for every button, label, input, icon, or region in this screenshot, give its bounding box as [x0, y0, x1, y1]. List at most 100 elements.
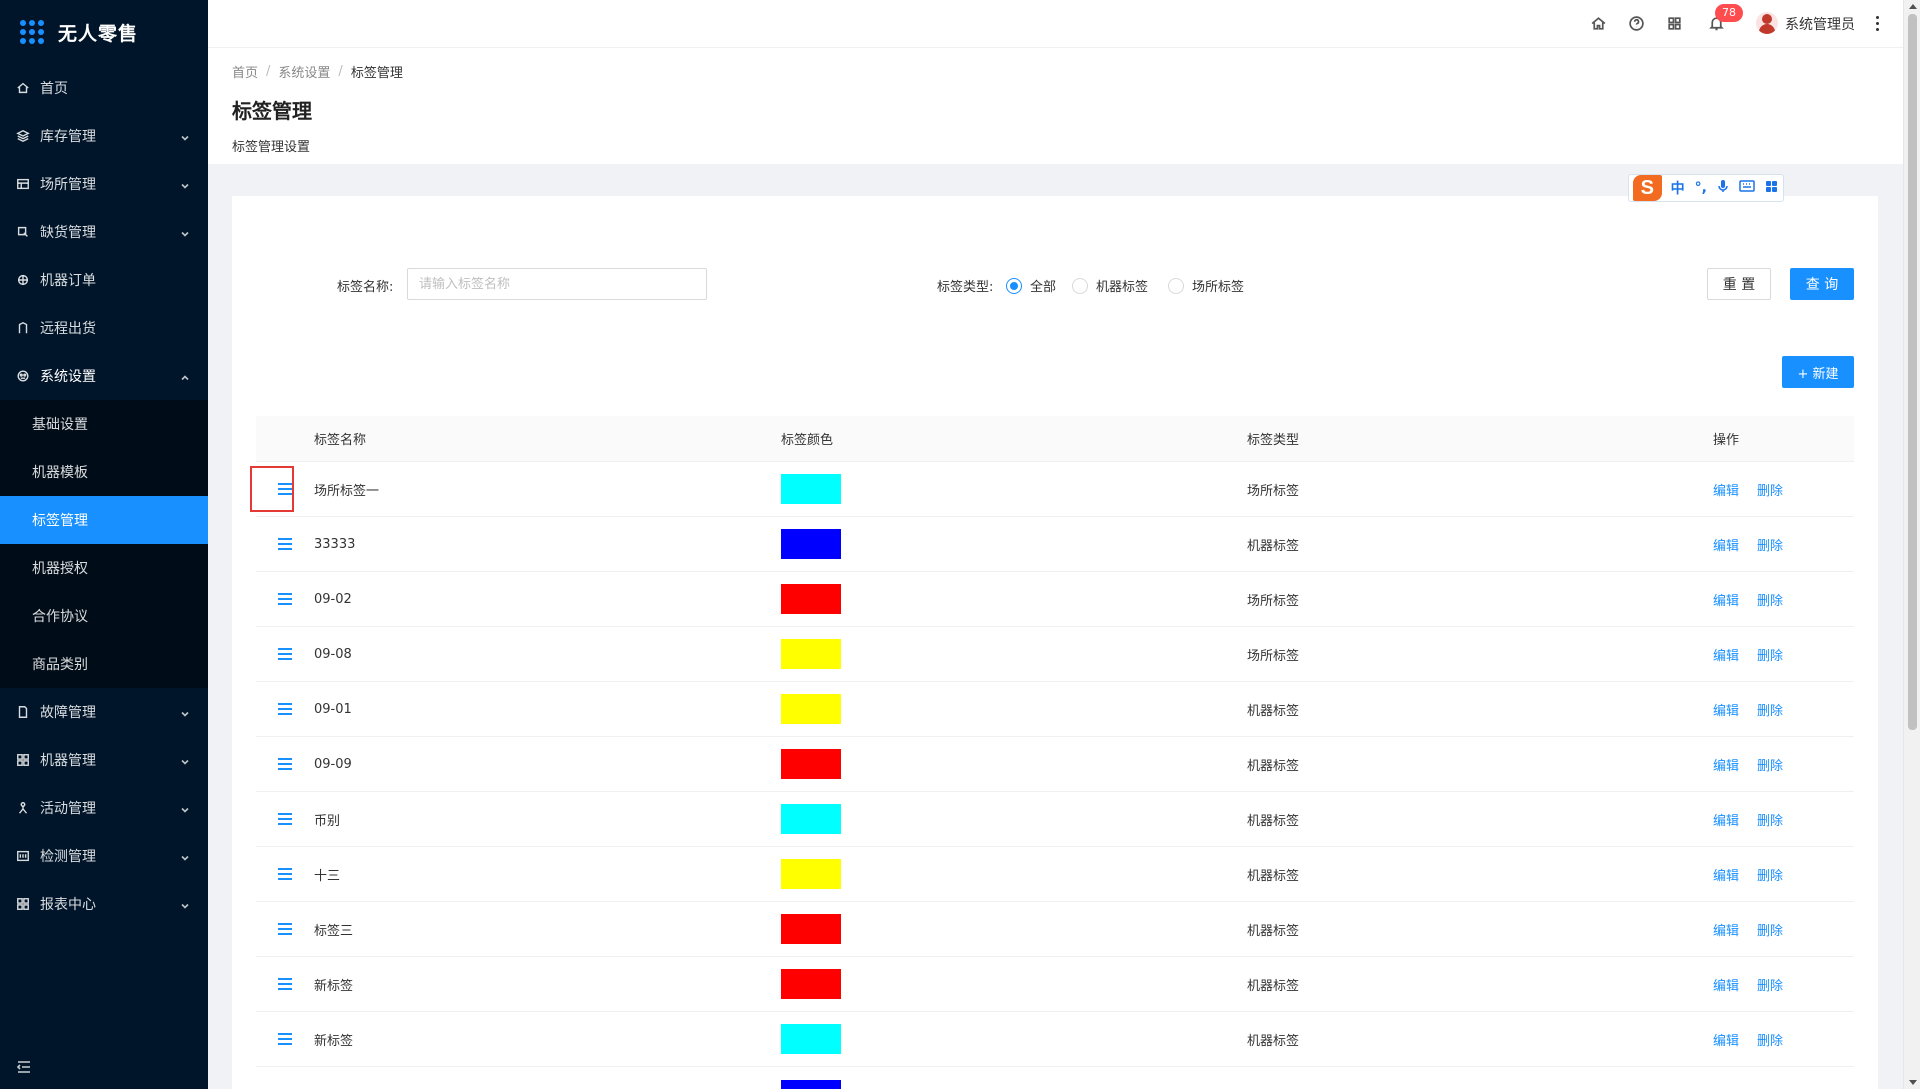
- keyboard-icon[interactable]: [1739, 180, 1755, 196]
- ime-toolbox-icon[interactable]: [1765, 180, 1778, 197]
- scroll-thumb[interactable]: [1908, 14, 1917, 730]
- edit-link[interactable]: 编辑: [1713, 869, 1739, 884]
- sidebar-item-venue[interactable]: 场所管理: [0, 160, 208, 208]
- edit-link[interactable]: 编辑: [1713, 539, 1739, 554]
- microphone-icon[interactable]: [1717, 179, 1729, 197]
- edit-link[interactable]: 编辑: [1713, 759, 1739, 774]
- drag-handle-icon[interactable]: [278, 978, 292, 990]
- inventory-icon: [16, 129, 30, 143]
- tag-type-cell: 场所标签: [1247, 593, 1300, 609]
- collapse-menu-icon[interactable]: [16, 1059, 32, 1075]
- breadcrumb-system-settings[interactable]: 系统设置: [278, 62, 330, 81]
- radio-venue-tag[interactable]: 场所标签: [1168, 276, 1244, 295]
- sidebar-item-detect[interactable]: 检测管理: [0, 832, 208, 880]
- submenu-item[interactable]: 商品类别: [0, 640, 208, 688]
- tag-name-cell: 币别: [314, 813, 341, 829]
- edit-link[interactable]: 编辑: [1713, 704, 1739, 719]
- scroll-down-icon[interactable]: [1909, 1080, 1917, 1085]
- breadcrumb-home[interactable]: 首页: [232, 62, 258, 81]
- drag-handle-icon[interactable]: [278, 1033, 292, 1045]
- table-row: 09-09 机器标签 编辑 删除: [256, 737, 1854, 792]
- drag-handle-icon[interactable]: [278, 868, 292, 880]
- delete-link[interactable]: 删除: [1757, 484, 1783, 499]
- scroll-up-icon[interactable]: [1909, 4, 1917, 9]
- ime-punctuation[interactable]: °,: [1695, 180, 1707, 196]
- delete-link[interactable]: 删除: [1757, 814, 1783, 829]
- tag-type-cell: 场所标签: [1247, 483, 1300, 499]
- delete-link[interactable]: 删除: [1757, 649, 1783, 664]
- ime-chinese-mode[interactable]: 中: [1671, 178, 1685, 198]
- chevron-down-icon: [180, 131, 190, 141]
- delete-link[interactable]: 删除: [1757, 759, 1783, 774]
- sidebar-item-activity[interactable]: 活动管理: [0, 784, 208, 832]
- edit-link[interactable]: 编辑: [1713, 649, 1739, 664]
- submenu-item[interactable]: 标签管理: [0, 496, 208, 544]
- radio-machine-tag[interactable]: 机器标签: [1072, 276, 1148, 295]
- edit-link[interactable]: 编辑: [1713, 979, 1739, 994]
- sidebar-item-label: 活动管理: [40, 801, 96, 817]
- help-icon[interactable]: [1628, 15, 1645, 32]
- tag-type-cell: 机器标签: [1247, 923, 1300, 939]
- tag-name-cell: 09-08: [314, 646, 352, 662]
- drag-handle-icon[interactable]: [278, 648, 292, 660]
- submenu-item[interactable]: 机器授权: [0, 544, 208, 592]
- table-row: 33333 机器标签 编辑 删除: [256, 517, 1854, 572]
- apps-icon[interactable]: [1666, 15, 1683, 32]
- drag-handle-icon[interactable]: [278, 758, 292, 770]
- drag-handle-icon[interactable]: [278, 538, 292, 550]
- drag-handle-icon[interactable]: [278, 593, 292, 605]
- delete-link[interactable]: 删除: [1757, 594, 1783, 609]
- delete-link[interactable]: 删除: [1757, 869, 1783, 884]
- sidebar-item-report[interactable]: 报表中心: [0, 880, 208, 928]
- tag-name-input[interactable]: [407, 268, 707, 300]
- query-button[interactable]: 查 询: [1790, 268, 1854, 300]
- sidebar-item-label: 远程出货: [40, 321, 96, 337]
- page-scrollbar[interactable]: [1903, 0, 1920, 1089]
- ime-logo[interactable]: S: [1633, 175, 1662, 201]
- content-card: 标签名称: 标签类型: 全部 机器标签 场所标签 重 置 查 询 + 新建 标签…: [232, 196, 1878, 1089]
- reset-button[interactable]: 重 置: [1707, 268, 1771, 300]
- delete-link[interactable]: 删除: [1757, 979, 1783, 994]
- venue-icon: [16, 177, 30, 191]
- submenu-item[interactable]: 合作协议: [0, 592, 208, 640]
- submenu-item[interactable]: 机器模板: [0, 448, 208, 496]
- color-swatch: [781, 749, 841, 779]
- home-icon[interactable]: [1590, 15, 1607, 32]
- edit-link[interactable]: 编辑: [1713, 814, 1739, 829]
- sidebar-item-order[interactable]: 机器订单: [0, 256, 208, 304]
- sidebar-item-machine[interactable]: 机器管理: [0, 736, 208, 784]
- sidebar-item-remote-ship[interactable]: 远程出货: [0, 304, 208, 352]
- submenu-item[interactable]: 基础设置: [0, 400, 208, 448]
- edit-link[interactable]: 编辑: [1713, 1034, 1739, 1049]
- drag-handle-icon[interactable]: [278, 703, 292, 715]
- new-tag-button[interactable]: + 新建: [1782, 356, 1854, 388]
- col-actions: 操作: [1713, 433, 1740, 448]
- sidebar-item-fault[interactable]: 故障管理: [0, 688, 208, 736]
- color-swatch: [781, 1079, 841, 1089]
- color-swatch: [781, 914, 841, 944]
- radio-all[interactable]: 全部: [1006, 276, 1056, 295]
- delete-link[interactable]: 删除: [1757, 924, 1783, 939]
- col-tag-color: 标签颜色: [781, 433, 834, 448]
- drag-handle-icon[interactable]: [278, 813, 292, 825]
- edit-link[interactable]: 编辑: [1713, 594, 1739, 609]
- edit-link[interactable]: 编辑: [1713, 484, 1739, 499]
- sidebar-item-label: 机器订单: [40, 273, 96, 289]
- tag-name-cell: 新标签: [314, 978, 354, 994]
- sidebar-item-inventory[interactable]: 库存管理: [0, 112, 208, 160]
- delete-link[interactable]: 删除: [1757, 539, 1783, 554]
- sidebar: 无人零售 首页 库存管理 场所管理 缺货管理机器订单远程出货系统设置 基础设置 机器模板标…: [0, 0, 208, 1089]
- more-vertical-icon[interactable]: [1874, 14, 1880, 34]
- drag-handle-icon[interactable]: [278, 923, 292, 935]
- tag-name-cell: 33333: [314, 536, 356, 552]
- sidebar-item-settings[interactable]: 系统设置: [0, 352, 208, 400]
- delete-link[interactable]: 删除: [1757, 1034, 1783, 1049]
- username[interactable]: 系统管理员: [1785, 14, 1855, 34]
- edit-link[interactable]: 编辑: [1713, 924, 1739, 939]
- sidebar-item-home[interactable]: 首页: [0, 64, 208, 112]
- app-logo[interactable]: 无人零售: [0, 0, 208, 64]
- delete-link[interactable]: 删除: [1757, 704, 1783, 719]
- sidebar-item-shortage[interactable]: 缺货管理: [0, 208, 208, 256]
- search-form: 标签名称: 标签类型: 全部 机器标签 场所标签 重 置 查 询: [232, 268, 1878, 300]
- avatar[interactable]: [1756, 12, 1778, 34]
